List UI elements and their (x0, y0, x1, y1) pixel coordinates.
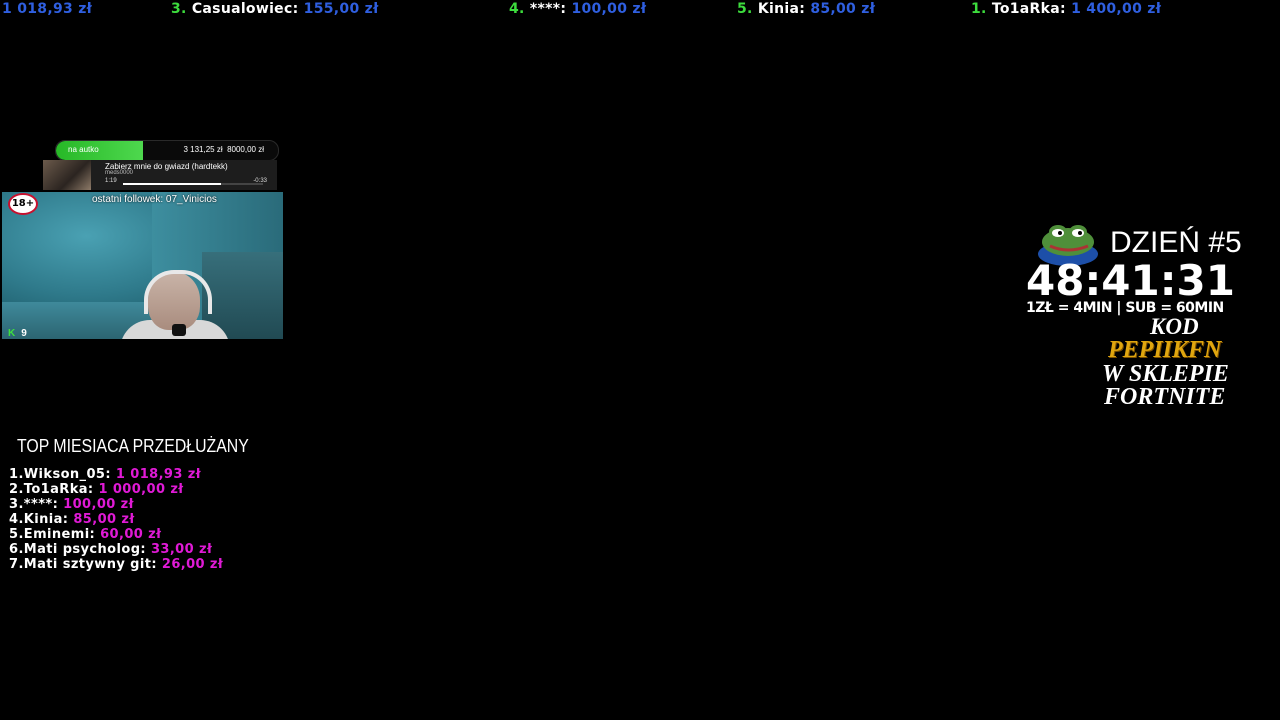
ticker-rank: 1. (971, 1, 987, 17)
list-item: 5.Eminemi: 60,00 zł (9, 527, 223, 542)
song-progress-fill (123, 183, 221, 185)
entry-rank: 4. (9, 512, 24, 527)
goal-values: 3 131,25 zł 8000,00 zł (183, 145, 264, 154)
entry-rank: 1. (9, 467, 24, 482)
entry-rank: 6. (9, 542, 24, 557)
ticker-item: 3. Casualowiec: 155,00 zł (171, 1, 379, 17)
list-item: 1.Wikson_05: 1 018,93 zł (9, 467, 223, 482)
entry-name: Mati psycholog: (23, 542, 147, 557)
ticker-amount: 1 400,00 zł (1071, 1, 1162, 17)
ticker-rank: 5. (737, 1, 753, 17)
entry-amount: 60,00 zł (100, 527, 162, 542)
entry-amount: 85,00 zł (73, 512, 135, 527)
list-item: 6.Mati psycholog: 33,00 zł (9, 542, 223, 557)
entry-name: Wikson_05: (23, 467, 111, 482)
ticker-amount: 1 018,93 zł (2, 1, 93, 17)
age-restriction-badge: 18+ (8, 193, 38, 215)
entry-rank: 5. (9, 527, 24, 542)
goal-current: 3 131,25 zł (183, 145, 223, 154)
ticker-name: To1aRka: (991, 1, 1066, 17)
headphones (144, 270, 212, 314)
now-playing-widget: Zabierz mnie do gwiazd (hardtekk) meds00… (43, 160, 277, 190)
album-cover (43, 160, 91, 190)
donation-ticker: 1 018,93 zł 3. Casualowiec: 155,00 zł 4.… (0, 0, 1280, 18)
ticker-item: 4. ****: 100,00 zł (509, 1, 646, 17)
last-follower: ostatni followek: 07_Vinicios (92, 194, 217, 205)
entry-name: Mati sztywny git: (23, 557, 157, 572)
ticker-amount: 100,00 zł (571, 1, 647, 17)
song-remaining: -0:33 (253, 178, 267, 184)
entry-name: Eminemi: (23, 527, 96, 542)
kick-icon: K (8, 328, 16, 339)
entry-rank: 3. (9, 497, 24, 512)
list-item: 7.Mati sztywny git: 26,00 zł (9, 557, 223, 572)
top-month-title: TOP MIESIACA PRZEDŁUŻANY (17, 436, 249, 456)
list-item: 2.To1aRka: 1 000,00 zł (9, 482, 223, 497)
subathon-day: DZIEŃ #5 (1110, 226, 1242, 259)
goal-label: na autko (68, 145, 99, 154)
list-item: 3.****: 100,00 zł (9, 497, 223, 512)
list-item: 4.Kinia: 85,00 zł (9, 512, 223, 527)
subathon-timer: 48:41:31 (1026, 256, 1235, 305)
entry-amount: 1 000,00 zł (98, 482, 184, 497)
top-month-list: 1.Wikson_05: 1 018,93 zł 2.To1aRka: 1 00… (9, 467, 223, 572)
ticker-rank: 4. (509, 1, 525, 17)
song-elapsed: 1:19 (105, 178, 117, 184)
entry-name: ****: (23, 497, 59, 512)
entry-rank: 7. (9, 557, 24, 572)
ticker-name: Kinia: (757, 1, 806, 17)
entry-amount: 33,00 zł (150, 542, 213, 557)
ticker-name: ****: (529, 1, 567, 17)
webcam-feed: 18+ ostatni followek: 07_Vinicios K9 (2, 192, 283, 339)
song-progress-bar (123, 183, 263, 185)
viewer-count: K9 (8, 328, 27, 339)
goal-target: 8000,00 zł (227, 145, 264, 154)
entry-amount: 1 018,93 zł (115, 467, 201, 482)
ticker-rank: 3. (171, 1, 187, 17)
ticker-name: Casualowiec: (191, 1, 299, 17)
ticker-item: 1. To1aRka: 1 400,00 zł (971, 1, 1161, 17)
donation-goal-bar: na autko 3 131,25 zł 8000,00 zł (55, 140, 279, 161)
entry-amount: 26,00 zł (161, 557, 224, 572)
entry-amount: 100,00 zł (63, 497, 134, 512)
ticker-amount: 85,00 zł (810, 1, 876, 17)
ticker-amount: 155,00 zł (303, 1, 379, 17)
ticker-item: 5. Kinia: 85,00 zł (737, 1, 875, 17)
microphone (172, 324, 186, 336)
viewer-number: 9 (21, 328, 27, 339)
entry-name: To1aRka: (23, 482, 94, 497)
ticker-item: 1 018,93 zł (2, 1, 92, 17)
entry-name: Kinia: (23, 512, 69, 527)
creator-code: PEPIIKFN (1108, 337, 1222, 363)
song-artist: meds0000 (105, 170, 134, 176)
code-line-fortnite: FORTNITE (1104, 384, 1226, 410)
entry-rank: 2. (9, 482, 24, 497)
